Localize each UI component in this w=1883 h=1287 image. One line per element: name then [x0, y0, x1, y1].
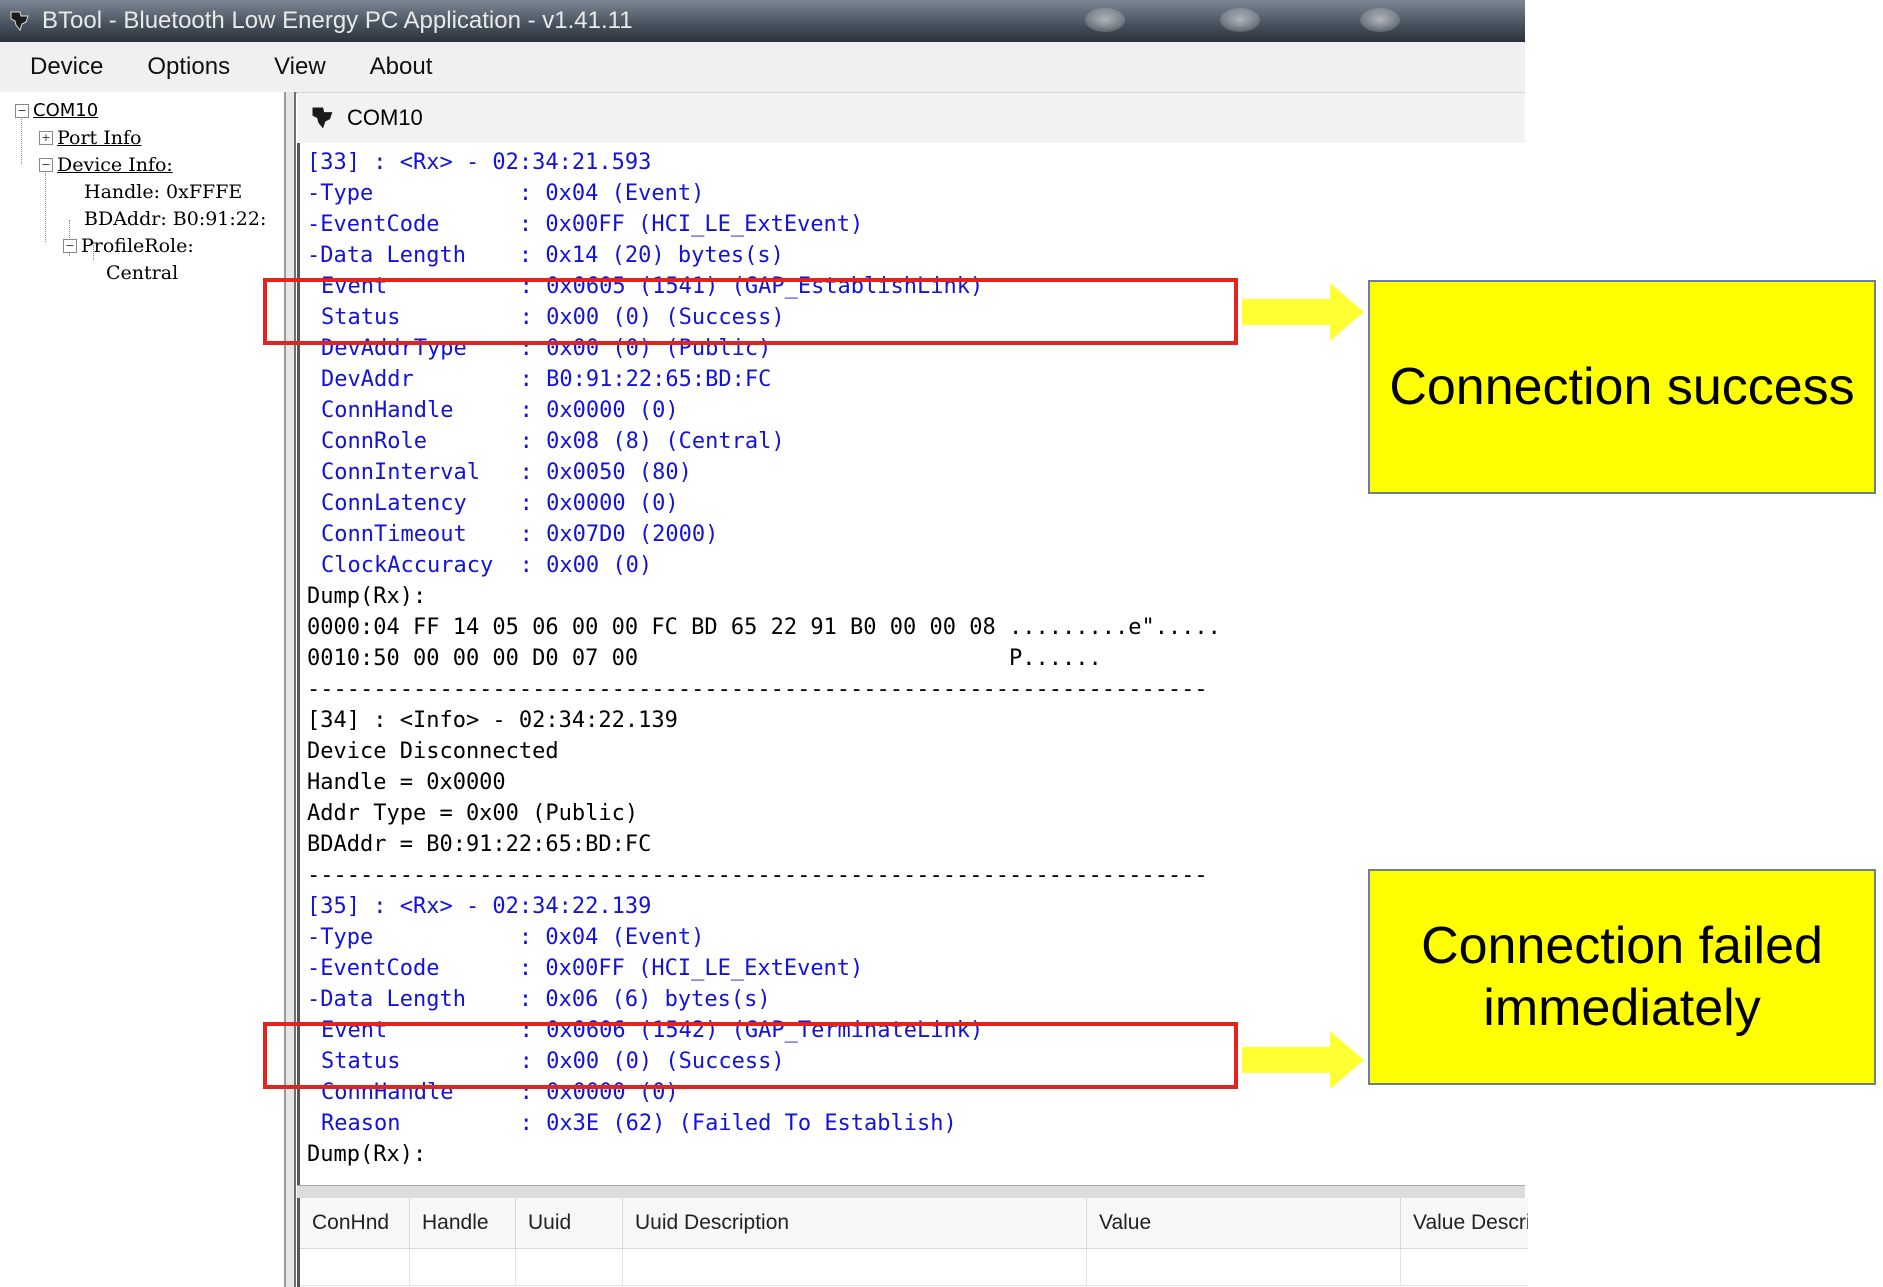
panel-splitter[interactable]	[286, 92, 296, 1287]
log-line: Device Disconnected	[307, 739, 559, 764]
arrow-icon	[1242, 283, 1364, 341]
column-header-uuid-description[interactable]: Uuid Description	[623, 1198, 1087, 1248]
ti-logo-icon	[309, 103, 339, 133]
callout-connection-failed: Connection failed immediately	[1368, 869, 1876, 1085]
highlight-box-establish	[263, 278, 1238, 345]
log-line: ConnInterval : 0x0050 (80)	[321, 460, 692, 485]
collapse-icon[interactable]: −	[15, 103, 29, 118]
column-header-value[interactable]: Value	[1087, 1198, 1401, 1248]
menu-bar: Device Options View About	[0, 42, 1525, 94]
grid-header: ConHnd Handle Uuid Uuid Description Valu…	[300, 1198, 1528, 1249]
device-tree: − COM10 + Port Info − Device Info: Handl…	[0, 92, 286, 1287]
column-header-uuid[interactable]: Uuid	[516, 1198, 623, 1248]
column-header-conhnd[interactable]: ConHnd	[300, 1198, 410, 1248]
log-line: -Data Length : 0x14 (20) bytes(s)	[307, 243, 784, 268]
menu-about[interactable]: About	[356, 53, 449, 81]
log-line: [33] : <Rx> - 02:34:21.593	[307, 150, 652, 175]
log-line: ConnHandle : 0x0000 (0)	[321, 398, 679, 423]
log-line: Addr Type = 0x00 (Public)	[307, 801, 639, 826]
log-line: Reason : 0x3E (62) (Failed To Establish)	[321, 1111, 957, 1136]
ti-logo-icon	[6, 7, 34, 35]
log-line: ----------------------------------------…	[307, 677, 1208, 702]
log-line: ConnLatency : 0x0000 (0)	[321, 491, 679, 516]
log-line: DevAddr : B0:91:22:65:BD:FC	[321, 367, 772, 392]
collapse-icon[interactable]: −	[39, 158, 53, 172]
tree-node-device-info[interactable]: − Device Info:	[39, 154, 173, 176]
log-line: BDAddr = B0:91:22:65:BD:FC	[307, 832, 652, 857]
tab-title: COM10	[347, 105, 423, 130]
log-line: Dump(Rx):	[307, 1142, 427, 1167]
tab-com10[interactable]: COM10	[297, 92, 1525, 144]
log-line: Handle = 0x0000	[307, 770, 506, 795]
log-line: ClockAccuracy : 0x00 (0)	[321, 553, 653, 578]
tree-node-port-info[interactable]: + Port Info	[39, 127, 141, 149]
log-line: 0000:04 FF 14 05 06 00 00 FC BD 65 22 91…	[307, 615, 1221, 640]
tree-node-central[interactable]: Central	[106, 262, 178, 284]
log-line: [34] : <Info> - 02:34:22.139	[307, 708, 678, 733]
log-line: ----------------------------------------…	[307, 863, 1208, 888]
log-line: [35] : <Rx> - 02:34:22.139	[307, 894, 652, 919]
horizontal-scrollbar[interactable]	[297, 1185, 1525, 1199]
tree-node-com10[interactable]: − COM10	[15, 100, 98, 121]
window-title: BTool - Bluetooth Low Energy PC Applicat…	[42, 7, 633, 34]
log-line: -Type : 0x04 (Event)	[307, 925, 705, 950]
tree-node-bdaddr[interactable]: BDAddr: B0:91:22:	[84, 208, 266, 230]
log-line: -Type : 0x04 (Event)	[307, 181, 705, 206]
column-header-handle[interactable]: Handle	[410, 1198, 516, 1248]
tree-node-handle[interactable]: Handle: 0xFFFE	[84, 181, 242, 203]
log-line: 0010:50 00 00 00 D0 07 00 P......	[307, 646, 1102, 671]
table-row[interactable]	[300, 1249, 1528, 1286]
tree-node-profile-role[interactable]: − ProfileRole:	[63, 235, 194, 257]
title-bar: BTool - Bluetooth Low Energy PC Applicat…	[0, 0, 1525, 42]
log-line: -EventCode : 0x00FF (HCI_LE_ExtEvent)	[307, 956, 864, 981]
log-line: -EventCode : 0x00FF (HCI_LE_ExtEvent)	[307, 212, 864, 237]
expand-icon[interactable]: +	[39, 131, 53, 145]
arrow-icon	[1242, 1031, 1364, 1089]
log-line: ConnTimeout : 0x07D0 (2000)	[321, 522, 719, 547]
menu-view[interactable]: View	[260, 53, 342, 81]
menu-device[interactable]: Device	[16, 53, 119, 81]
callout-connection-success: Connection success	[1368, 280, 1876, 494]
collapse-icon[interactable]: −	[63, 239, 77, 253]
log-line: Dump(Rx):	[307, 584, 427, 609]
menu-options[interactable]: Options	[133, 53, 246, 81]
log-line: -Data Length : 0x06 (6) bytes(s)	[307, 987, 771, 1012]
log-line: ConnRole : 0x08 (8) (Central)	[321, 429, 785, 454]
column-header-value-description[interactable]: Value Descri	[1401, 1198, 1528, 1248]
highlight-box-terminate	[263, 1022, 1238, 1089]
attributes-grid: ConHnd Handle Uuid Uuid Description Valu…	[297, 1198, 1528, 1287]
